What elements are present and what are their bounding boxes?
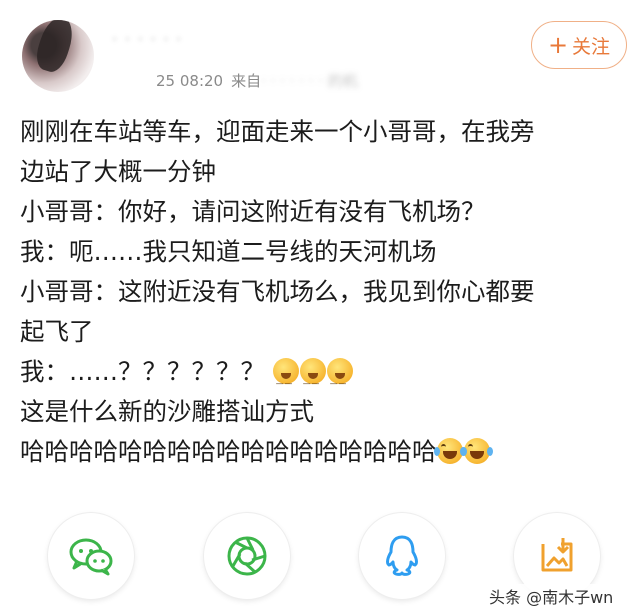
moments-icon [227, 536, 267, 576]
avatar[interactable] [22, 20, 94, 92]
laugh-cry-emoji-icon [433, 438, 466, 464]
post-line: 刚刚在车站等车，迎面走来一个小哥哥，在我旁 [20, 117, 535, 146]
post-line: 我：呃……我只知道二号线的天河机场 [20, 237, 437, 266]
follow-button[interactable]: + 关注 [531, 21, 627, 69]
post-source-name: · · · · · · · 的机 [261, 72, 358, 90]
wechat-icon [69, 538, 113, 576]
post-line: 小哥哥：你好，请问这附近有没有飞机场？ [20, 197, 486, 226]
laugh-cry-emoji-icon [460, 438, 493, 464]
watermark: 头条 @南木子wn [487, 584, 616, 608]
post-body: 刚刚在车站等车，迎面走来一个小哥哥，在我旁 边站了大概一分钟 小哥哥：你好，请问… [20, 112, 628, 472]
qq-icon [386, 535, 418, 576]
post-line: 这是什么新的沙雕搭讪方式 [20, 397, 314, 426]
share-qq-button[interactable] [359, 513, 445, 599]
post-meta: 25 08:20 来自· · · · · · · 的机 [154, 70, 358, 91]
post-line: 起飞了 [20, 317, 94, 346]
post-line: 小哥哥：这附近没有飞机场么，我见到你心都要 [20, 277, 535, 306]
follow-label: 关注 [572, 35, 611, 58]
share-wechat-button[interactable] [48, 513, 134, 599]
plus-icon: + [547, 31, 569, 59]
post-line-text: 哈哈哈哈哈哈哈哈哈哈哈哈哈哈哈哈哈 [20, 437, 437, 466]
post-line: 我：……？？？？？？ [20, 352, 628, 404]
post-source-prefix: 来自 [231, 72, 262, 90]
post-line: 边站了大概一分钟 [20, 157, 216, 186]
sleepy-emoji-icon [326, 358, 353, 404]
sleepy-emoji-icon [299, 358, 326, 404]
post-line-text: 我：……？？？？？？ [20, 357, 265, 386]
save-image-icon [541, 538, 573, 572]
post-time: 25 08:20 [156, 72, 224, 90]
post-line: 哈哈哈哈哈哈哈哈哈哈哈哈哈哈哈哈哈 [20, 432, 628, 472]
sleepy-emoji-icon [272, 358, 299, 404]
username[interactable]: · · · · · · [112, 30, 182, 50]
share-moments-button[interactable] [204, 513, 290, 599]
